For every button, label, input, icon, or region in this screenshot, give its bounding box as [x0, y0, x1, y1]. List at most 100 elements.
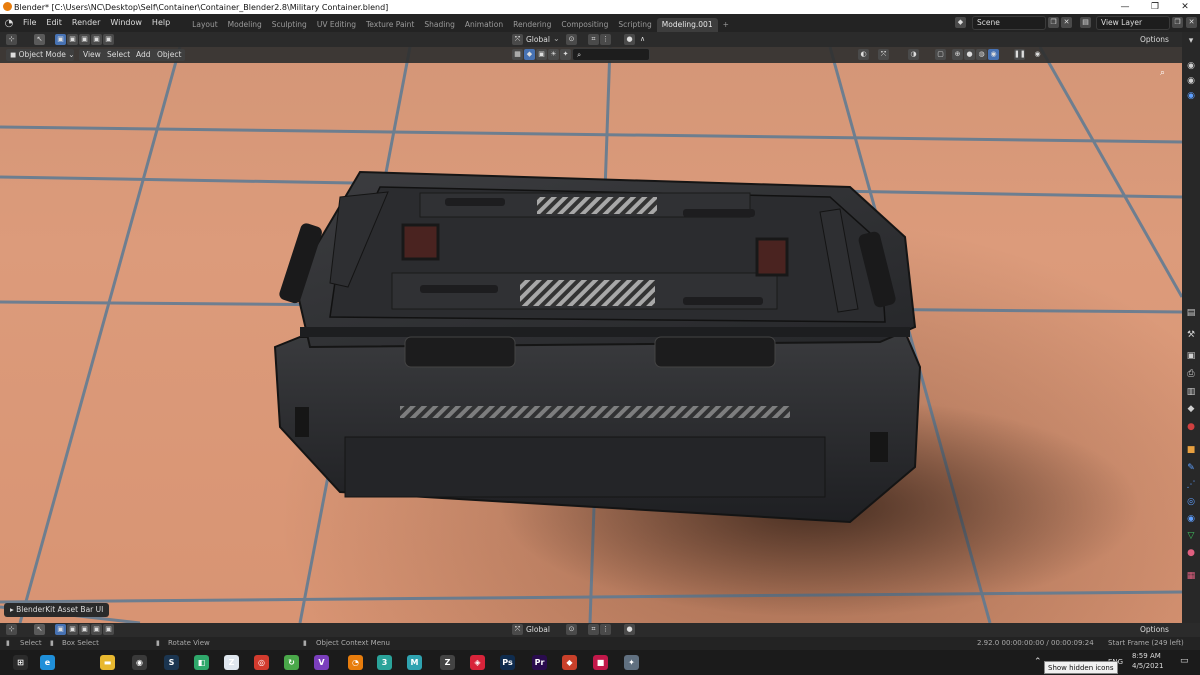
3d-viewport[interactable] [0, 47, 1182, 623]
record-icon[interactable]: ■ [593, 655, 608, 670]
menu-file[interactable]: File [18, 14, 41, 32]
menu-edit[interactable]: Edit [41, 14, 67, 32]
tab-compositing[interactable]: Compositing [556, 18, 613, 32]
outliner-eye-icon[interactable]: ◉ [1185, 60, 1197, 72]
material-properties-icon[interactable]: ● [1185, 547, 1197, 559]
tab-uv-editing[interactable]: UV Editing [312, 18, 361, 32]
material-shading-icon[interactable]: ◍ [976, 49, 987, 60]
view-layer-field[interactable]: View Layer [1096, 16, 1170, 30]
select-mode-intersect-icon[interactable]: ▣ [103, 34, 114, 45]
blender-icon[interactable]: ◔ [348, 655, 363, 670]
obs-icon[interactable]: ◉ [132, 655, 147, 670]
menu-help[interactable]: Help [147, 14, 175, 32]
menu-add[interactable]: Add [132, 49, 155, 61]
wireframe-shading-icon[interactable]: ⊕ [952, 49, 963, 60]
snap-target-icon[interactable]: ⋮ [600, 624, 611, 635]
add-workspace-button[interactable]: + [718, 18, 734, 32]
windows-start-icon[interactable]: ⊞ [13, 655, 28, 670]
tab-shading[interactable]: Shading [419, 18, 459, 32]
object-properties-icon[interactable]: ■ [1185, 444, 1197, 456]
menu-select[interactable]: Select [103, 49, 135, 61]
blenderkit-asset-bar[interactable]: ▸ BlenderKit Asset Bar UI [4, 603, 110, 617]
snap-toggle-icon[interactable]: ⌗ [588, 624, 599, 635]
orientation-dropdown[interactable]: Global [526, 625, 550, 634]
clock-time[interactable]: 8:59 AM [1132, 652, 1161, 660]
file-explorer-icon[interactable]: ▬ [100, 655, 115, 670]
minimize-button[interactable]: — [1110, 0, 1140, 14]
3ds-max-icon[interactable]: 3 [377, 655, 392, 670]
photoshop-icon[interactable]: Ps [500, 655, 515, 670]
tool-settings-icon[interactable]: ⚒ [1185, 329, 1197, 341]
tab-scripting[interactable]: Scripting [613, 18, 656, 32]
select-mode-invert-icon[interactable]: ▣ [91, 34, 102, 45]
empty-select-icon[interactable]: ✦ [560, 49, 571, 60]
falloff-icon[interactable]: ∧ [637, 34, 648, 45]
chevron-up-icon[interactable]: ⌃ [1034, 657, 1042, 667]
visibility-eye-icon[interactable]: ◉ [1032, 49, 1043, 60]
filter-icon[interactable]: ▦ [512, 49, 523, 60]
refresh-app-icon[interactable]: ↻ [284, 655, 299, 670]
snap-target-icon[interactable]: ⋮ [600, 34, 611, 45]
light-select-icon[interactable]: ☀ [548, 49, 559, 60]
outliner-eye-active-icon[interactable]: ◉ [1185, 90, 1197, 102]
editor-type-icon[interactable]: ⊹ [6, 34, 17, 45]
select-tool-icon[interactable]: ↖ [34, 624, 45, 635]
select-mode-extend-icon[interactable]: ▣ [67, 624, 78, 635]
steam-icon[interactable]: S [164, 655, 179, 670]
select-mode-invert-icon[interactable]: ▣ [91, 624, 102, 635]
clock-date[interactable]: 4/5/2021 [1132, 662, 1163, 670]
physics-properties-icon[interactable]: ◎ [1185, 496, 1197, 508]
proportional-edit-icon[interactable]: ● [624, 624, 635, 635]
world-properties-icon[interactable]: ● [1185, 421, 1197, 433]
mesh-select-icon[interactable]: ◆ [524, 49, 535, 60]
blender-menu-icon[interactable]: ◔ [0, 18, 18, 29]
zoom-icon[interactable]: ⌕ [1160, 68, 1165, 78]
select-mode-new-icon[interactable]: ▣ [55, 34, 66, 45]
scene-properties-icon[interactable]: ◆ [1185, 403, 1197, 415]
select-mode-extend-icon[interactable]: ▣ [67, 34, 78, 45]
delete-view-layer-icon[interactable]: ✕ [1186, 17, 1197, 28]
overlays-icon[interactable]: ◑ [908, 49, 919, 60]
options-button[interactable]: Options [1140, 625, 1169, 634]
premiere-icon[interactable]: Pr [532, 655, 547, 670]
notification-icon[interactable]: ▭ [1180, 656, 1189, 666]
object-visibility-icon[interactable]: ◐ [858, 49, 869, 60]
menu-window[interactable]: Window [105, 14, 147, 32]
misc-app-icon[interactable]: ✦ [624, 655, 639, 670]
maya-icon[interactable]: M [407, 655, 422, 670]
close-button[interactable]: ✕ [1170, 0, 1200, 14]
select-mode-subtract-icon[interactable]: ▣ [79, 624, 90, 635]
tab-rendering[interactable]: Rendering [508, 18, 556, 32]
cast-icon[interactable]: ◈ [470, 655, 485, 670]
zoom-icon[interactable]: Z [224, 655, 239, 670]
menu-render[interactable]: Render [67, 14, 105, 32]
xray-icon[interactable]: ▢ [935, 49, 946, 60]
new-scene-icon[interactable]: ❐ [1048, 17, 1059, 28]
viewport-search-input[interactable]: ⌕ [572, 48, 650, 61]
pause-render-icon[interactable]: ❚❚ [1014, 49, 1026, 60]
navigation-gizmo[interactable]: ⌕ [1158, 66, 1176, 106]
viewport-gizmo-icon[interactable]: ⤧ [878, 49, 889, 60]
output-properties-icon[interactable]: ⎙ [1185, 368, 1197, 380]
object-mode-dropdown[interactable]: ◼ Object Mode ⌄ [6, 49, 75, 61]
tab-texture-paint[interactable]: Texture Paint [361, 18, 419, 32]
camera-select-icon[interactable]: ▣ [536, 49, 547, 60]
rendered-shading-icon[interactable]: ◉ [988, 49, 999, 60]
proportional-edit-icon[interactable]: ● [624, 34, 635, 45]
select-tool-icon[interactable]: ↖ [34, 34, 45, 45]
select-mode-subtract-icon[interactable]: ▣ [79, 34, 90, 45]
render-properties-icon[interactable]: ▣ [1185, 350, 1197, 362]
outliner-eye-icon[interactable]: ◉ [1185, 75, 1197, 87]
pivot-point-icon[interactable]: ⊙ [566, 34, 577, 45]
view-layer-icon[interactable]: ▤ [1080, 17, 1091, 28]
menu-object[interactable]: Object [153, 49, 186, 61]
solid-shading-icon[interactable]: ● [964, 49, 975, 60]
tab-animation[interactable]: Animation [460, 18, 508, 32]
pivot-point-icon[interactable]: ⊙ [566, 624, 577, 635]
menu-view[interactable]: View [79, 49, 105, 61]
tab-sculpting[interactable]: Sculpting [267, 18, 312, 32]
editor-type-icon[interactable]: ⊹ [6, 624, 17, 635]
modifier-properties-icon[interactable]: ✎ [1185, 462, 1197, 474]
select-mode-intersect-icon[interactable]: ▣ [103, 624, 114, 635]
edge-icon[interactable]: e [40, 655, 55, 670]
